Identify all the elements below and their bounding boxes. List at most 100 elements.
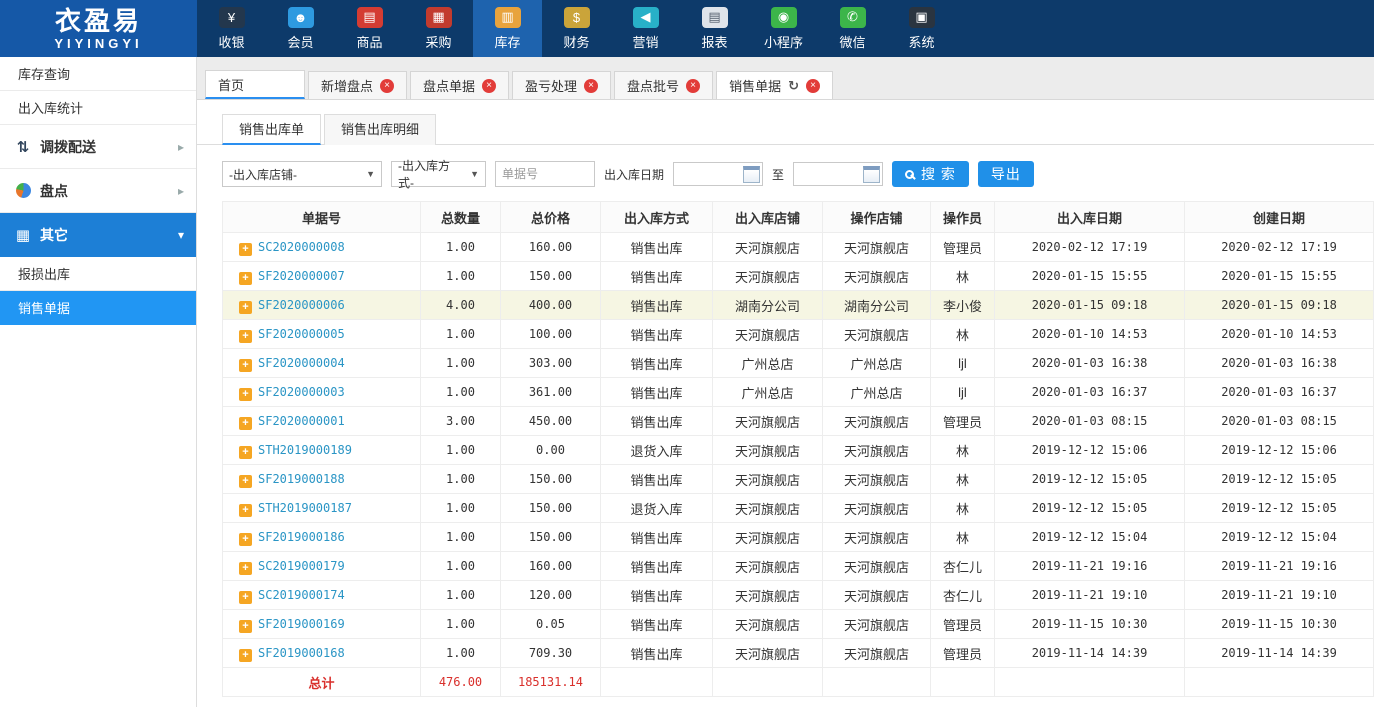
tab-strip: 首页新增盘点×盘点单据×盈亏处理×盘点批号×销售单据↻× xyxy=(197,57,1374,100)
expand-icon[interactable]: + xyxy=(239,649,252,662)
tab-new-stocktake[interactable]: 新增盘点× xyxy=(308,71,407,99)
chevron-down-icon: ▾ xyxy=(178,228,184,242)
expand-icon[interactable]: + xyxy=(239,417,252,430)
expand-icon[interactable]: + xyxy=(239,475,252,488)
top-nav-item-goods[interactable]: ▤商品 xyxy=(335,0,404,57)
order-number-link[interactable]: SF2019000186 xyxy=(258,530,345,544)
order-number-link[interactable]: SC2019000179 xyxy=(258,559,345,573)
top-nav-item-wechat[interactable]: ✆微信 xyxy=(818,0,887,57)
table-row[interactable]: +SC20190001741.00120.00销售出库天河旗舰店天河旗舰店杏仁儿… xyxy=(223,581,1374,610)
order-number-link[interactable]: SC2020000008 xyxy=(258,240,345,254)
order-number-link[interactable]: SF2020000005 xyxy=(258,327,345,341)
table-row[interactable]: +SF20200000013.00450.00销售出库天河旗舰店天河旗舰店管理员… xyxy=(223,407,1374,436)
order-number-link[interactable]: SF2020000004 xyxy=(258,356,345,370)
close-icon[interactable]: × xyxy=(806,79,820,93)
top-nav-item-marketing[interactable]: ◀营销 xyxy=(611,0,680,57)
table-row[interactable]: +SF20200000041.00303.00销售出库广州总店广州总店ljl20… xyxy=(223,349,1374,378)
order-number-link[interactable]: SF2020000006 xyxy=(258,298,345,312)
cell: 杏仁儿 xyxy=(931,581,995,610)
calendar-icon[interactable] xyxy=(863,166,880,183)
refresh-icon[interactable]: ↻ xyxy=(788,78,799,94)
sidebar-item-inventory-query[interactable]: 库存查询 xyxy=(0,57,196,91)
close-icon[interactable]: × xyxy=(686,79,700,93)
date-to-input[interactable] xyxy=(793,162,883,186)
expand-icon[interactable]: + xyxy=(239,446,252,459)
order-number-input[interactable] xyxy=(495,161,595,187)
export-button[interactable]: 导出 xyxy=(978,161,1034,187)
outin-type-select[interactable]: -出入库方式- ▼ xyxy=(391,161,486,187)
close-icon[interactable]: × xyxy=(584,79,598,93)
table-row[interactable]: +SF20190001861.00150.00销售出库天河旗舰店天河旗舰店林20… xyxy=(223,523,1374,552)
table-row[interactable]: +SF20200000031.00361.00销售出库广州总店广州总店ljl20… xyxy=(223,378,1374,407)
table-row[interactable]: +STH20190001871.00150.00退货入库天河旗舰店天河旗舰店林2… xyxy=(223,494,1374,523)
cell: 1.00 xyxy=(421,349,501,378)
order-number-link[interactable]: SF2020000001 xyxy=(258,414,345,428)
table-row[interactable]: +STH20190001891.000.00退货入库天河旗舰店天河旗舰店林201… xyxy=(223,436,1374,465)
search-button[interactable]: 搜 索 xyxy=(892,161,969,187)
cell: 1.00 xyxy=(421,494,501,523)
top-nav-item-member[interactable]: ☻会员 xyxy=(266,0,335,57)
expand-icon[interactable]: + xyxy=(239,301,252,314)
subtab-sales-out-detail[interactable]: 销售出库明细 xyxy=(324,114,436,145)
table-row[interactable]: +SF20190001881.00150.00销售出库天河旗舰店天河旗舰店林20… xyxy=(223,465,1374,494)
table-row[interactable]: +SC20200000081.00160.00销售出库天河旗舰店天河旗舰店管理员… xyxy=(223,233,1374,262)
expand-icon[interactable]: + xyxy=(239,359,252,372)
top-nav-item-purchase[interactable]: ▦采购 xyxy=(404,0,473,57)
expand-icon[interactable]: + xyxy=(239,504,252,517)
top-nav-item-report[interactable]: ▤报表 xyxy=(680,0,749,57)
sidebar-item-transfer-delivery[interactable]: ⇅调拨配送▸ xyxy=(0,125,196,169)
close-icon[interactable]: × xyxy=(482,79,496,93)
table-row[interactable]: +SF20200000051.00100.00销售出库天河旗舰店天河旗舰店林20… xyxy=(223,320,1374,349)
sidebar-item-inout-stats[interactable]: 出入库统计 xyxy=(0,91,196,125)
close-icon[interactable]: × xyxy=(380,79,394,93)
chevron-down-icon: ▼ xyxy=(366,169,375,179)
member-icon: ☻ xyxy=(288,7,314,28)
tab-sales-orders[interactable]: 销售单据↻× xyxy=(716,71,833,99)
tab-stocktake-orders[interactable]: 盘点单据× xyxy=(410,71,509,99)
expand-icon[interactable]: + xyxy=(239,243,252,256)
cell: 2020-02-12 17:19 xyxy=(995,233,1185,262)
order-number-link[interactable]: SF2019000169 xyxy=(258,617,345,631)
tab-stocktake-batch[interactable]: 盘点批号× xyxy=(614,71,713,99)
order-number-link[interactable]: SF2020000007 xyxy=(258,269,345,283)
expand-icon[interactable]: + xyxy=(239,562,252,575)
cell: 1.00 xyxy=(421,320,501,349)
tab-home[interactable]: 首页 xyxy=(205,70,305,99)
order-number-link[interactable]: SF2019000188 xyxy=(258,472,345,486)
table-row[interactable]: +SF20200000071.00150.00销售出库天河旗舰店天河旗舰店林20… xyxy=(223,262,1374,291)
expand-icon[interactable]: + xyxy=(239,272,252,285)
table-row[interactable]: +SC20190001791.00160.00销售出库天河旗舰店天河旗舰店杏仁儿… xyxy=(223,552,1374,581)
expand-icon[interactable]: + xyxy=(239,620,252,633)
expand-icon[interactable]: + xyxy=(239,591,252,604)
order-number-link[interactable]: STH2019000187 xyxy=(258,501,352,515)
table-row[interactable]: +SF20190001691.000.05销售出库天河旗舰店天河旗舰店管理员20… xyxy=(223,610,1374,639)
expand-icon[interactable]: + xyxy=(239,330,252,343)
expand-icon[interactable]: + xyxy=(239,388,252,401)
logo[interactable]: 衣盈易 YIYINGYI xyxy=(0,0,197,57)
date-from-input[interactable] xyxy=(673,162,763,186)
top-nav-item-system[interactable]: ▣系统 xyxy=(887,0,956,57)
top-nav-item-inventory[interactable]: ▥库存 xyxy=(473,0,542,57)
order-number-link[interactable]: STH2019000189 xyxy=(258,443,352,457)
table-row[interactable]: +SF20200000064.00400.00销售出库湖南分公司湖南分公司李小俊… xyxy=(223,291,1374,320)
tab-profit-loss[interactable]: 盈亏处理× xyxy=(512,71,611,99)
cell: 销售出库 xyxy=(601,320,713,349)
total-label: 总计 xyxy=(223,668,421,697)
cell: 天河旗舰店 xyxy=(713,610,823,639)
outin-shop-select[interactable]: -出入库店铺- ▼ xyxy=(222,161,382,187)
total-row: 总计476.00185131.14 xyxy=(223,668,1374,697)
subtab-sales-out-orders[interactable]: 销售出库单 xyxy=(222,114,321,145)
sidebar-item-stocktake[interactable]: 盘点▸ xyxy=(0,169,196,213)
sidebar-item-others[interactable]: ▦其它▾ xyxy=(0,213,196,257)
sidebar-item-sales-orders[interactable]: 销售单据 xyxy=(0,291,196,325)
calendar-icon[interactable] xyxy=(743,166,760,183)
order-number-link[interactable]: SC2019000174 xyxy=(258,588,345,602)
top-nav-item-finance[interactable]: $财务 xyxy=(542,0,611,57)
order-number-link[interactable]: SF2019000168 xyxy=(258,646,345,660)
expand-icon[interactable]: + xyxy=(239,533,252,546)
top-nav-item-cashier[interactable]: ¥收银 xyxy=(197,0,266,57)
table-row[interactable]: +SF20190001681.00709.30销售出库天河旗舰店天河旗舰店管理员… xyxy=(223,639,1374,668)
sidebar-item-loss-out[interactable]: 报损出库 xyxy=(0,257,196,291)
order-number-link[interactable]: SF2020000003 xyxy=(258,385,345,399)
top-nav-item-miniprogram[interactable]: ◉小程序 xyxy=(749,0,818,57)
